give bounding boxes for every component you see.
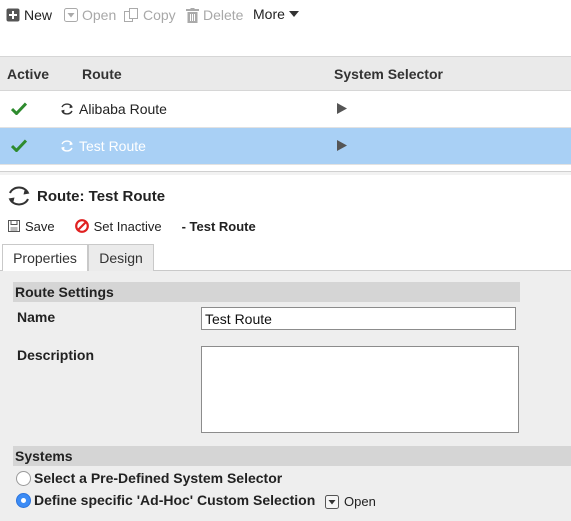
save-label: Save [25, 218, 55, 234]
trash-icon [186, 7, 199, 23]
description-label: Description [17, 347, 95, 363]
copy-label: Copy [143, 7, 176, 23]
new-label: New [24, 7, 53, 23]
more-label: More [253, 6, 285, 22]
column-header-system-selector[interactable]: System Selector [334, 66, 443, 82]
checkmark-icon [11, 102, 27, 115]
grid-footer-divider [0, 171, 571, 175]
set-inactive-label: Set Inactive [93, 218, 162, 234]
route-cycle-icon [61, 103, 73, 115]
delete-button[interactable]: Delete [186, 5, 243, 25]
name-field[interactable] [201, 307, 516, 330]
column-header-active[interactable]: Active [7, 66, 49, 82]
toolbar: New Open Copy Delete More [0, 0, 571, 28]
play-icon[interactable] [337, 140, 347, 151]
radio-button-selected[interactable] [16, 492, 31, 508]
more-menu-button[interactable]: More [253, 4, 299, 24]
save-button[interactable]: Save [8, 219, 55, 234]
tab-properties[interactable]: Properties [2, 244, 88, 272]
table-row-selected[interactable]: Test Route [0, 128, 571, 165]
grid-header: Active Route System Selector [0, 57, 571, 91]
caret-down-icon [288, 11, 299, 17]
open-selection-button[interactable]: Open [325, 494, 376, 509]
open-button[interactable]: Open [64, 5, 116, 25]
set-inactive-button[interactable]: Set Inactive [74, 218, 162, 234]
new-button[interactable]: New [6, 5, 52, 25]
route-settings-heading: Route Settings [13, 282, 520, 302]
adhoc-selection-option[interactable]: Define specific 'Ad-Hoc' Custom Selectio… [16, 492, 315, 508]
tab-design[interactable]: Design [88, 244, 154, 271]
page-title: Route: Test Route [37, 187, 166, 205]
route-name: Test Route [79, 138, 146, 154]
plus-square-icon [6, 8, 20, 22]
route-subtitle: - Test Route [181, 218, 256, 234]
detail-header: Route: Test Route [7, 186, 165, 206]
routes-grid: Active Route System Selector Alibaba Rou… [0, 56, 571, 175]
description-field[interactable] [201, 346, 519, 433]
predefined-selector-option[interactable]: Select a Pre-Defined System Selector [16, 470, 282, 486]
copy-icon [124, 7, 138, 22]
no-entry-icon [74, 219, 89, 233]
open-dropdown-icon [64, 8, 78, 22]
column-header-route[interactable]: Route [82, 66, 122, 82]
delete-label: Delete [203, 7, 244, 23]
radio-button[interactable] [16, 470, 31, 486]
open-label: Open [82, 7, 117, 23]
table-row[interactable]: Alibaba Route [0, 91, 571, 128]
checkmark-icon [11, 139, 27, 152]
route-cycle-icon [8, 186, 30, 206]
tab-bar: Properties Design [0, 244, 571, 272]
floppy-icon [8, 220, 20, 232]
systems-heading: Systems [13, 446, 571, 466]
open-selection-label: Open [344, 494, 376, 509]
play-icon[interactable] [337, 103, 347, 114]
route-cycle-icon [61, 140, 73, 152]
name-label: Name [17, 309, 56, 325]
route-name: Alibaba Route [79, 101, 167, 117]
detail-actions: Save Set Inactive - Test Route [8, 216, 256, 236]
copy-button[interactable]: Copy [124, 5, 176, 25]
open-dropdown-icon [325, 494, 339, 509]
predefined-selector-label: Select a Pre-Defined System Selector [34, 470, 283, 486]
adhoc-selection-label: Define specific 'Ad-Hoc' Custom Selectio… [34, 492, 316, 508]
